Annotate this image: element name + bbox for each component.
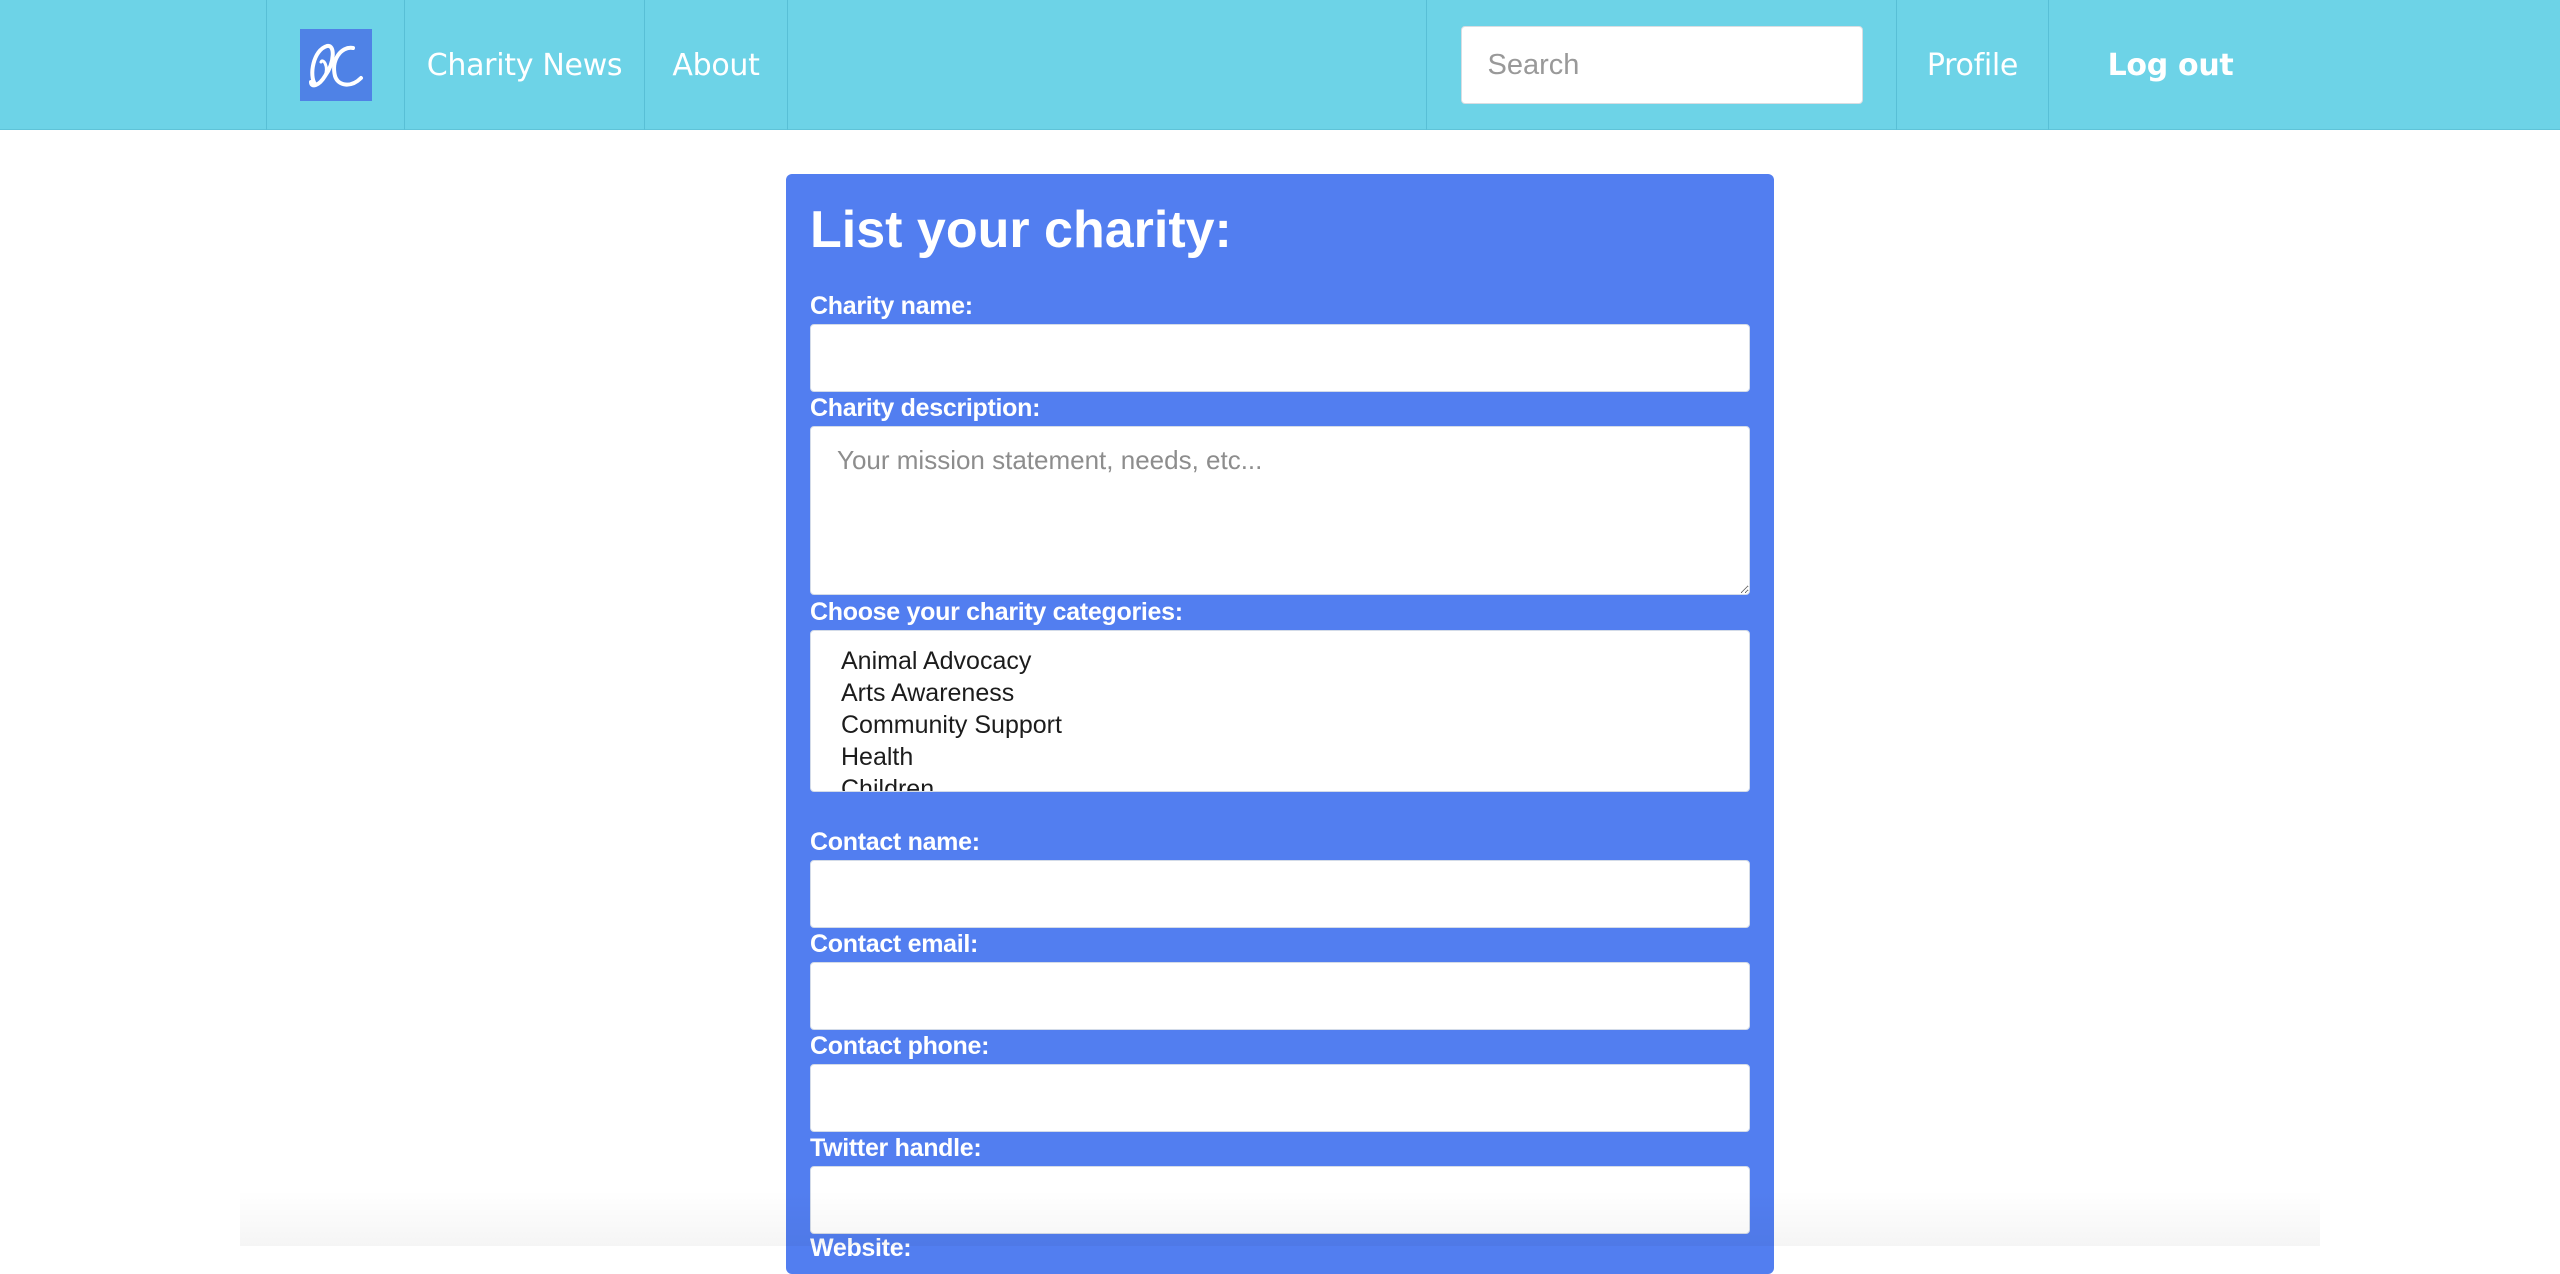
nav-link-about[interactable]: About [644,0,788,130]
category-option-children[interactable]: Children [841,773,1749,791]
logo-icon [299,29,372,101]
category-option-community-support[interactable]: Community Support [841,709,1749,741]
categories-multiselect[interactable]: Animal Advocacy Arts Awareness Community… [810,630,1750,792]
search-container [1426,0,1896,130]
twitter-handle-label: Twitter handle: [810,1134,982,1162]
contact-name-input[interactable] [810,860,1750,928]
contact-email-label: Contact email: [810,930,979,958]
categories-label: Choose your charity categories: [810,598,1183,626]
charity-name-input[interactable] [810,324,1750,392]
contact-email-input[interactable] [810,962,1750,1030]
contact-phone-label: Contact phone: [810,1032,990,1060]
logo-glyph [308,43,363,88]
category-option-health[interactable]: Health [841,741,1749,773]
charity-name-label: Charity name: [810,292,973,320]
charity-description-textarea[interactable] [810,426,1750,595]
page-title: List your charity: [810,201,1232,259]
charity-description-label: Charity description: [810,394,1041,422]
category-option-animal-advocacy[interactable]: Animal Advocacy [841,645,1749,677]
logo-link[interactable] [266,0,404,130]
nav-link-profile[interactable]: Profile [1896,0,2048,130]
contact-phone-input[interactable] [810,1064,1750,1132]
category-option-arts-awareness[interactable]: Arts Awareness [841,677,1749,709]
logout-button[interactable]: Log out [2048,0,2292,130]
search-input[interactable] [1460,26,1863,104]
website-label: Website: [810,1234,912,1262]
nav-link-charity-news[interactable]: Charity News [404,0,644,130]
top-navbar: Charity News About Profile Log out [0,0,2560,130]
contact-name-label: Contact name: [810,828,980,856]
twitter-handle-input[interactable] [810,1166,1750,1234]
